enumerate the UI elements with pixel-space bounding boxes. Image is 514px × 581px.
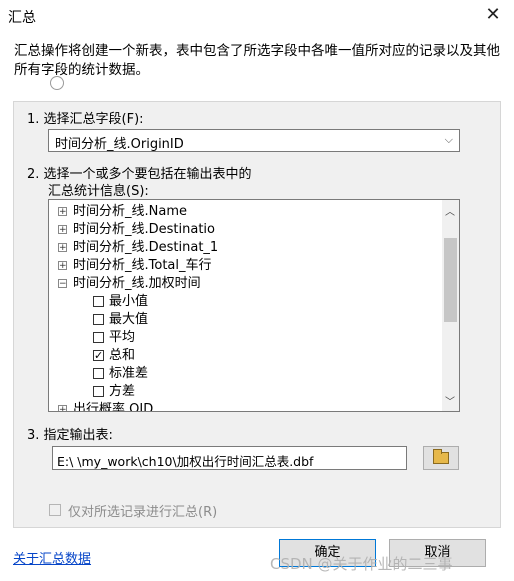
summary-field-dropdown[interactable]: 时间分析_线.OriginID ⌵ [48, 129, 460, 152]
vertical-scrollbar[interactable]: ︿ ﹀ [442, 200, 459, 411]
stat-label: 方差 [109, 384, 136, 399]
stat-label: 标准差 [109, 366, 149, 381]
tree-item-label: 时间分析_线.Destinatio [73, 222, 215, 237]
title-bar [0, 0, 514, 32]
statistics-tree[interactable]: + 时间分析_线.Name + 时间分析_线.Destinatio + 时间分析… [48, 199, 460, 412]
dialog-description: 汇总操作将创建一个新表，表中包含了所选字段中各唯一值所对应的记录以及其他所有字段… [14, 43, 500, 78]
expand-icon[interactable]: + [58, 225, 67, 235]
expand-icon[interactable]: + [58, 207, 67, 217]
stat-label: 总和 [109, 348, 136, 363]
output-path-value: E:\ \my_work\ch10\加权出行时间汇总表.dbf [57, 454, 314, 469]
checkbox[interactable] [93, 296, 104, 307]
step1-label: 1. 选择汇总字段(F): [27, 112, 144, 127]
tree-item-label: 时间分析_线.Destinat_1 [73, 240, 219, 255]
scroll-down-icon[interactable]: ﹀ [445, 393, 455, 408]
output-table-input[interactable]: E:\ \my_work\ch10\加权出行时间汇总表.dbf [52, 446, 407, 470]
chevron-down-icon[interactable]: ⌵ [445, 133, 453, 147]
help-link[interactable]: 关于汇总数据 [13, 548, 91, 567]
tree-item-label: 时间分析_线.Name [73, 204, 187, 219]
expand-icon[interactable]: + [58, 405, 67, 411]
watermark: CSDN @关于作业的二三事 [270, 555, 453, 573]
browse-button[interactable] [423, 446, 459, 470]
selected-only-checkbox[interactable] [49, 504, 61, 516]
close-icon[interactable]: ✕ [482, 4, 504, 26]
checkbox-checked[interactable]: ✓ [93, 350, 104, 361]
collapse-icon[interactable]: − [58, 279, 67, 289]
scroll-up-icon[interactable]: ︿ [445, 203, 455, 218]
expand-icon[interactable]: + [58, 261, 67, 271]
stat-label: 最小值 [109, 294, 149, 309]
expand-icon[interactable]: + [58, 243, 67, 253]
step3-label: 3. 指定输出表: [27, 428, 113, 443]
checkbox[interactable] [93, 332, 104, 343]
tree-item-label: 时间分析_线.加权时间 [73, 276, 201, 291]
checkbox[interactable] [93, 314, 104, 325]
scroll-thumb[interactable] [444, 238, 457, 322]
step2-label-line2: 汇总统计信息(S): [48, 184, 149, 199]
checkbox[interactable] [93, 386, 104, 397]
radio-icon [50, 76, 64, 90]
tree-item-label: 出行概率.OID [73, 402, 154, 411]
summary-field-value: 时间分析_线.OriginID [55, 137, 184, 152]
selected-only-label: 仅对所选记录进行汇总(R) [68, 505, 218, 520]
stat-label: 平均 [109, 330, 136, 345]
folder-icon [433, 449, 449, 464]
dialog-title: 汇总 [8, 10, 36, 26]
tree-content: + 时间分析_线.Name + 时间分析_线.Destinatio + 时间分析… [49, 200, 442, 411]
checkbox[interactable] [93, 368, 104, 379]
stat-label: 最大值 [109, 312, 149, 327]
tree-item-label: 时间分析_线.Total_车行 [73, 258, 212, 273]
